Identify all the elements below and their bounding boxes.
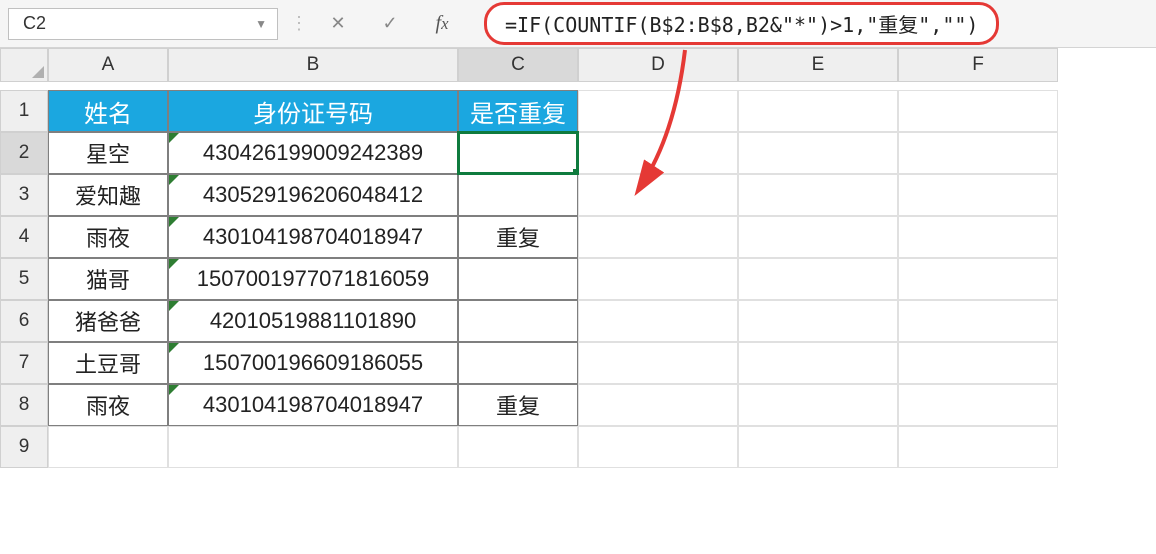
col-header-F[interactable]: F (898, 48, 1058, 82)
cell-F8[interactable] (898, 384, 1058, 426)
cell-A3[interactable]: 爱知趣 (48, 174, 168, 216)
col-header-E[interactable]: E (738, 48, 898, 82)
enter-icon[interactable]: ✓ (370, 8, 410, 40)
cell-A4[interactable]: 雨夜 (48, 216, 168, 258)
cell-E2[interactable] (738, 132, 898, 174)
cell-D8[interactable] (578, 384, 738, 426)
cell-E3[interactable] (738, 174, 898, 216)
cell-C4[interactable]: 重复 (458, 216, 578, 258)
cell-D4[interactable] (578, 216, 738, 258)
row-header-8[interactable]: 8 (0, 384, 48, 426)
col-header-B[interactable]: B (168, 48, 458, 82)
cell-C9[interactable] (458, 426, 578, 468)
cell-D7[interactable] (578, 342, 738, 384)
select-all-corner[interactable] (0, 48, 48, 82)
row-header-6[interactable]: 6 (0, 300, 48, 342)
cell-B6[interactable]: 42010519881101890 (168, 300, 458, 342)
cell-C2[interactable] (458, 132, 578, 174)
cell-C3[interactable] (458, 174, 578, 216)
name-box-dropdown-icon[interactable]: ▼ (255, 17, 267, 31)
cell-F3[interactable] (898, 174, 1058, 216)
col-header-D[interactable]: D (578, 48, 738, 82)
cell-A8[interactable]: 雨夜 (48, 384, 168, 426)
cell-D1[interactable] (578, 90, 738, 132)
cell-B2[interactable]: 430426199009242389 (168, 132, 458, 174)
cell-C6[interactable] (458, 300, 578, 342)
cell-E5[interactable] (738, 258, 898, 300)
cell-A5[interactable]: 猫哥 (48, 258, 168, 300)
cell-F7[interactable] (898, 342, 1058, 384)
cell-F1[interactable] (898, 90, 1058, 132)
cell-E7[interactable] (738, 342, 898, 384)
formula-bar: C2 ▼ ⋮ ✕ ✓ fx =IF(COUNTIF(B$2:B$8,B2&"*"… (0, 0, 1156, 48)
cell-A2[interactable]: 星空 (48, 132, 168, 174)
cell-E6[interactable] (738, 300, 898, 342)
cell-B5[interactable]: 1507001977071816059 (168, 258, 458, 300)
cell-E8[interactable] (738, 384, 898, 426)
col-header-A[interactable]: A (48, 48, 168, 82)
cell-A6[interactable]: 猪爸爸 (48, 300, 168, 342)
cell-E9[interactable] (738, 426, 898, 468)
cell-B9[interactable] (168, 426, 458, 468)
row-header-3[interactable]: 3 (0, 174, 48, 216)
cell-D9[interactable] (578, 426, 738, 468)
cell-F5[interactable] (898, 258, 1058, 300)
row-header-2[interactable]: 2 (0, 132, 48, 174)
cell-F6[interactable] (898, 300, 1058, 342)
row-header-5[interactable]: 5 (0, 258, 48, 300)
cell-A7[interactable]: 土豆哥 (48, 342, 168, 384)
cell-A1[interactable]: 姓名 (48, 90, 168, 132)
row-header-7[interactable]: 7 (0, 342, 48, 384)
cell-D2[interactable] (578, 132, 738, 174)
cell-E1[interactable] (738, 90, 898, 132)
col-header-C[interactable]: C (458, 48, 578, 82)
cell-D5[interactable] (578, 258, 738, 300)
cell-C5[interactable] (458, 258, 578, 300)
row-header-4[interactable]: 4 (0, 216, 48, 258)
spreadsheet-grid[interactable]: A B C D E F 1 姓名 身份证号码 是否重复 2 星空 4304261… (0, 48, 1156, 468)
row-header-1[interactable]: 1 (0, 90, 48, 132)
cell-B3[interactable]: 430529196206048412 (168, 174, 458, 216)
cancel-icon[interactable]: ✕ (318, 8, 358, 40)
cell-B1[interactable]: 身份证号码 (168, 90, 458, 132)
cell-reference: C2 (23, 13, 46, 34)
cell-B4[interactable]: 430104198704018947 (168, 216, 458, 258)
cell-A9[interactable] (48, 426, 168, 468)
cell-F9[interactable] (898, 426, 1058, 468)
name-box[interactable]: C2 ▼ (8, 8, 278, 40)
row-header-9[interactable]: 9 (0, 426, 48, 468)
formula-input[interactable]: =IF(COUNTIF(B$2:B$8,B2&"*")>1,"重复","") (484, 2, 999, 45)
cell-C7[interactable] (458, 342, 578, 384)
cell-B8[interactable]: 430104198704018947 (168, 384, 458, 426)
cell-D6[interactable] (578, 300, 738, 342)
cell-E4[interactable] (738, 216, 898, 258)
fx-icon[interactable]: fx (422, 8, 462, 40)
cell-C8[interactable]: 重复 (458, 384, 578, 426)
cell-D3[interactable] (578, 174, 738, 216)
divider: ⋮ (290, 13, 306, 34)
cell-B7[interactable]: 150700196609186055 (168, 342, 458, 384)
cell-F4[interactable] (898, 216, 1058, 258)
cell-F2[interactable] (898, 132, 1058, 174)
cell-C1[interactable]: 是否重复 (458, 90, 578, 132)
